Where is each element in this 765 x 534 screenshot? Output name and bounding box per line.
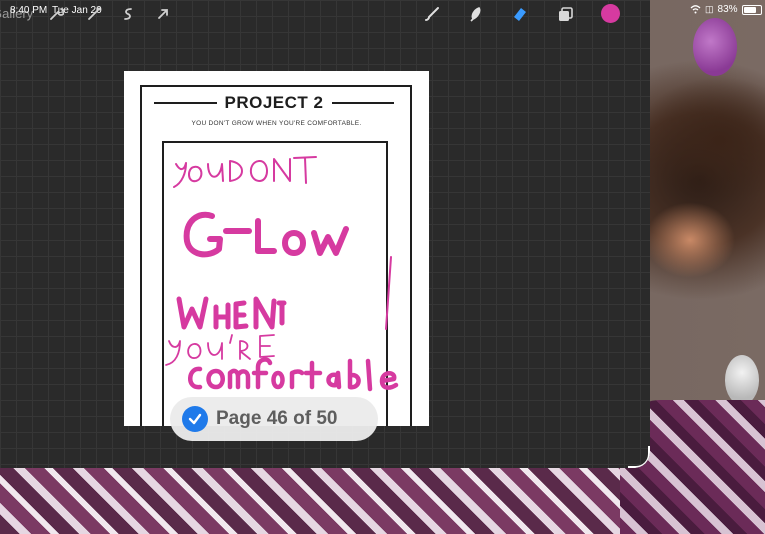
- page-indicator-toast: Page 46 of 50: [170, 397, 378, 441]
- status-time: 8:40 PM: [10, 5, 48, 16]
- smudge-icon[interactable]: [465, 3, 487, 25]
- transform-arrow-icon[interactable]: [152, 3, 174, 25]
- eraser-icon[interactable]: [509, 3, 531, 25]
- wrench-icon[interactable]: [45, 3, 67, 25]
- status-indicators: ◫ 83%: [690, 4, 762, 15]
- drawing-box: [162, 141, 388, 426]
- title-rule-right: [331, 102, 395, 104]
- wifi-icon: [690, 5, 701, 14]
- checkmark-icon: [182, 406, 208, 432]
- selection-icon[interactable]: [117, 3, 139, 25]
- battery-icon: [741, 4, 762, 15]
- title-row: PROJECT 2: [154, 93, 395, 113]
- battery-percent: 83%: [717, 4, 738, 15]
- color-swatch[interactable]: [601, 4, 620, 23]
- layers-icon[interactable]: [554, 3, 576, 25]
- title-rule-left: [154, 102, 217, 104]
- document-subtitle: YOU DON'T GROW WHEN YOU'RE COMFORTABLE.: [191, 120, 362, 127]
- document-page[interactable]: PROJECT 2 YOU DON'T GROW WHEN YOU'RE COM…: [124, 71, 429, 426]
- headphones-icon: ◫: [705, 4, 714, 14]
- document-title: PROJECT 2: [224, 93, 324, 112]
- brush-icon[interactable]: [421, 3, 443, 25]
- page-indicator-text: Page 46 of 50: [216, 408, 338, 429]
- hair-clip: [693, 18, 737, 76]
- toy-figure: [725, 355, 759, 405]
- magic-wand-icon[interactable]: [83, 3, 105, 25]
